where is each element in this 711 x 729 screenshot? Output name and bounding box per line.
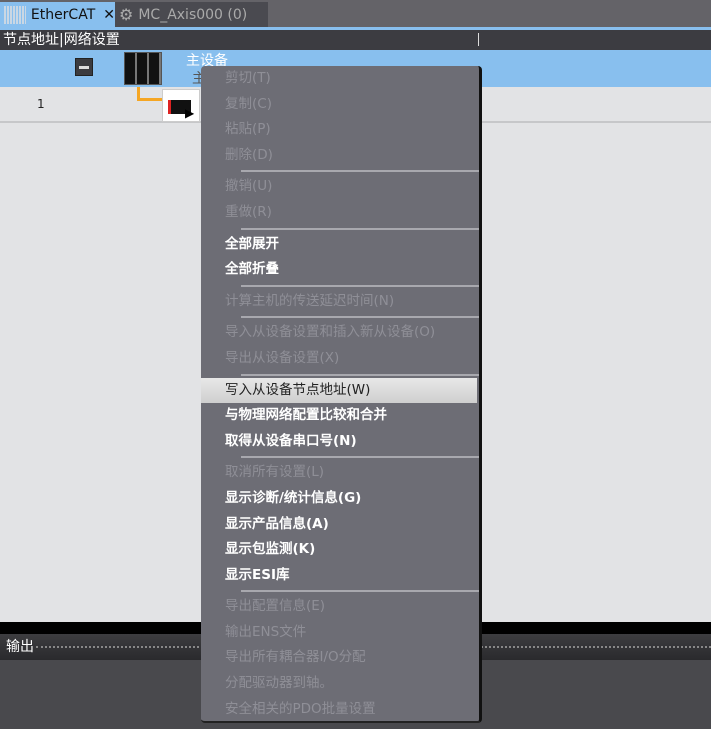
context-menu: 剪切(T) 复制(C) 粘贴(P) 删除(D) 撤销(U) 重做(R) 全部展开 全部折叠计算… [201, 66, 482, 723]
menu-item[interactable]: 显示诊断/统计信息(G) [201, 486, 479, 512]
menu-item: 分配驱动器到轴。 [225, 675, 333, 692]
menu-item: 撤销(U) [225, 178, 273, 195]
menu-item: 导入从设备设置和插入新从设备(O) [225, 324, 436, 341]
tab-label: EtherCAT [30, 6, 96, 23]
menu-item: 输出ENS文件 [225, 623, 307, 640]
menu-separator [201, 168, 479, 174]
servo-drive-icon[interactable] [162, 89, 200, 122]
menu-item: 安全相关的PDO批量设置 [225, 700, 376, 717]
menu-item: 导出配置信息(E) [225, 598, 326, 615]
menu-item[interactable]: 全部折叠 [201, 257, 479, 283]
menu-item: 删除(D) [225, 146, 273, 163]
tab-label: MC_Axis000 (0) [138, 6, 248, 23]
page-title: 节点地址|网络设置 [0, 30, 711, 50]
menu-item[interactable]: 显示ESI库 [201, 563, 479, 589]
menu-item: 计算主机的传送延迟时间(N) [225, 292, 395, 309]
node-address: 1 [37, 97, 45, 111]
output-title: 输出 [6, 639, 34, 655]
close-icon[interactable]: ✕ [103, 7, 115, 23]
gear-icon: ⚙ [119, 5, 134, 24]
menu-item: 剪切(T) [225, 70, 271, 86]
menu-item: 重做(R) [225, 203, 272, 220]
menu-separator [201, 314, 479, 320]
tab-mc-axis[interactable]: ⚙ MC_Axis000 (0) [115, 2, 268, 27]
menu-item[interactable]: 显示产品信息(A) [201, 512, 479, 538]
menu-item[interactable]: 与物理网络配置比较和合并 [201, 403, 479, 429]
menu-item: 导出所有耦合器I/O分配 [225, 649, 366, 666]
menu-separator [201, 454, 479, 460]
menu-separator [201, 283, 479, 289]
master-device-icon [124, 52, 162, 85]
menu-item: 粘贴(P) [225, 121, 271, 138]
menu-item[interactable]: 写入从设备节点地址(W) [201, 377, 477, 404]
menu-separator [201, 226, 479, 232]
tab-ethercat[interactable]: EtherCAT ✕ [0, 2, 115, 27]
connection-line [137, 87, 165, 101]
ethercat-icon [4, 5, 26, 24]
menu-item[interactable]: 全部展开 [201, 232, 479, 258]
menu-item[interactable]: 取得从设备串口号(N) [201, 429, 479, 455]
menu-separator [201, 372, 479, 378]
collapse-icon[interactable] [75, 58, 93, 76]
menu-item[interactable]: 显示包监测(K) [201, 537, 479, 563]
menu-separator [201, 588, 479, 594]
menu-item: 导出从设备设置(X) [225, 349, 340, 366]
menu-item: 取消所有设置(L) [225, 464, 325, 481]
menu-item: 复制(C) [225, 95, 272, 112]
text-cursor [478, 33, 479, 46]
tab-bar: EtherCAT ✕ ⚙ MC_Axis000 (0) [0, 0, 711, 27]
